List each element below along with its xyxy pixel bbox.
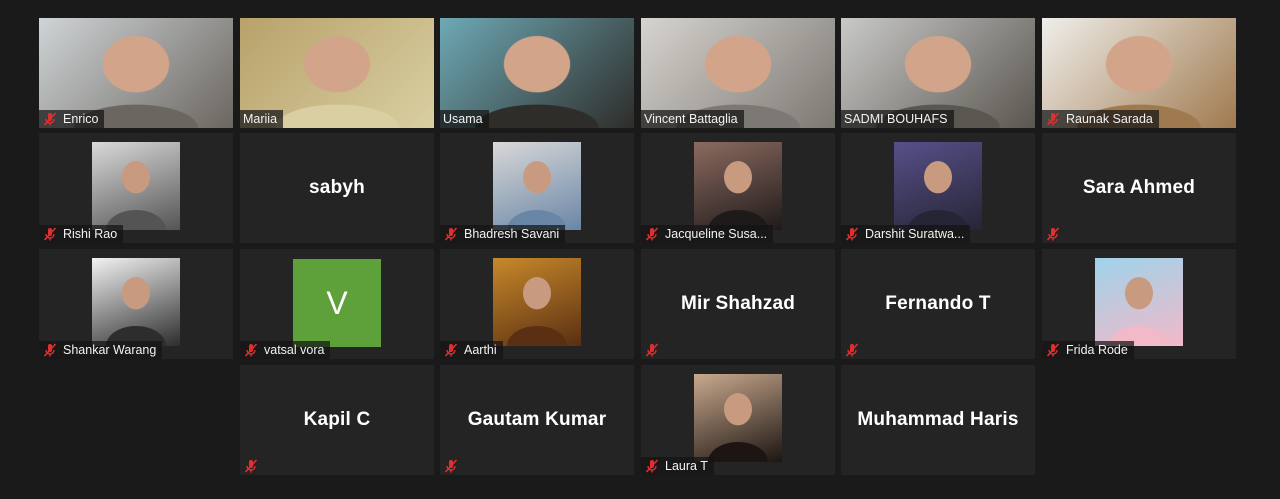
participant-tile[interactable]: Muhammad Haris [841,365,1035,475]
participant-label: Rishi Rao [39,225,124,243]
avatar-initial: V [293,259,381,347]
participant-name: Rishi Rao [63,227,118,241]
participant-label: Shankar Warang [39,341,163,359]
mic-muted-icon [645,227,659,241]
participant-label: Frida Rode [1042,341,1134,359]
participant-label: SADMI BOUHAFS [841,110,954,128]
profile-picture [92,258,180,346]
mic-muted-icon [645,459,659,473]
participant-tile[interactable]: Vincent Battaglia [641,18,835,128]
mic-muted-icon [845,227,859,241]
participant-name: Bhadresh Savani [464,227,560,241]
profile-picture [92,142,180,230]
participant-label: Enrico [39,110,105,128]
participant-name: Usama [443,112,483,126]
participant-name: vatsal vora [264,343,325,357]
participant-label [240,457,267,475]
participant-tile[interactable]: Rishi Rao [39,133,233,243]
participant-tile[interactable]: Aarthi [440,249,634,359]
mic-muted-icon [244,459,258,473]
participant-label: Bhadresh Savani [440,225,566,243]
participant-name: Shankar Warang [63,343,157,357]
participant-name: Enrico [63,112,99,126]
participant-tile[interactable]: Usama [440,18,634,128]
mic-muted-icon [1046,112,1060,126]
profile-picture [694,142,782,230]
profile-picture [493,258,581,346]
participant-label: Mariia [240,110,284,128]
mic-muted-icon [43,227,57,241]
participant-tile[interactable]: Kapil C [240,365,434,475]
participant-tile[interactable]: Laura T [641,365,835,475]
profile-picture [493,142,581,230]
participant-tile[interactable]: Bhadresh Savani [440,133,634,243]
participant-name: Raunak Sarada [1066,112,1153,126]
mic-muted-icon [444,459,458,473]
participant-label: Aarthi [440,341,503,359]
participant-tile[interactable]: Gautam Kumar [440,365,634,475]
participant-tile[interactable]: Raunak Sarada [1042,18,1236,128]
participant-name-display: Gautam Kumar [467,409,607,430]
participant-name: Aarthi [464,343,497,357]
mic-muted-icon [43,112,57,126]
participant-name-display: Mir Shahzad [680,293,796,314]
participant-label [440,457,467,475]
participant-tile[interactable]: Frida Rode [1042,249,1236,359]
participant-name: SADMI BOUHAFS [844,112,948,126]
participant-name-display: Kapil C [303,409,371,430]
participant-tile[interactable]: SADMI BOUHAFS [841,18,1035,128]
participant-label: Vincent Battaglia [641,110,744,128]
participant-tile[interactable]: Fernando T [841,249,1035,359]
participant-label: vatsal vora [240,341,331,359]
participant-label [841,341,868,359]
participant-name: Mariia [243,112,278,126]
profile-picture [694,374,782,462]
mic-muted-icon [444,227,458,241]
profile-picture [1095,258,1183,346]
participant-tile[interactable]: Sara Ahmed [1042,133,1236,243]
participant-tile[interactable]: Mariia [240,18,434,128]
mic-muted-icon [845,343,859,357]
participant-name-display: Fernando T [885,293,991,314]
mic-muted-icon [1046,343,1060,357]
mic-muted-icon [244,343,258,357]
participant-tile[interactable]: Vvatsal vora [240,249,434,359]
participant-name: Darshit Suratwa... [865,227,965,241]
participant-label: Jacqueline Susa... [641,225,774,243]
mic-muted-icon [1046,227,1060,241]
mic-muted-icon [43,343,57,357]
participant-label: Laura T [641,457,714,475]
participant-name: Jacqueline Susa... [665,227,768,241]
participant-tile[interactable]: Jacqueline Susa... [641,133,835,243]
participant-name: Vincent Battaglia [644,112,738,126]
participant-name-display: sabyh [309,177,365,198]
participant-name-display: Muhammad Haris [857,409,1019,430]
mic-muted-icon [444,343,458,357]
profile-picture [894,142,982,230]
participant-tile[interactable]: Enrico [39,18,233,128]
participant-label [641,341,668,359]
participant-tile[interactable]: sabyh [240,133,434,243]
participant-label [1042,225,1069,243]
participant-label: Raunak Sarada [1042,110,1159,128]
participant-label: Usama [440,110,489,128]
participant-label: Darshit Suratwa... [841,225,971,243]
participant-name: Laura T [665,459,708,473]
participant-tile[interactable]: Darshit Suratwa... [841,133,1035,243]
participant-name-display: Sara Ahmed [1082,177,1196,198]
mic-muted-icon [645,343,659,357]
participant-tile[interactable]: Shankar Warang [39,249,233,359]
participant-tile[interactable]: Mir Shahzad [641,249,835,359]
participant-name: Frida Rode [1066,343,1128,357]
